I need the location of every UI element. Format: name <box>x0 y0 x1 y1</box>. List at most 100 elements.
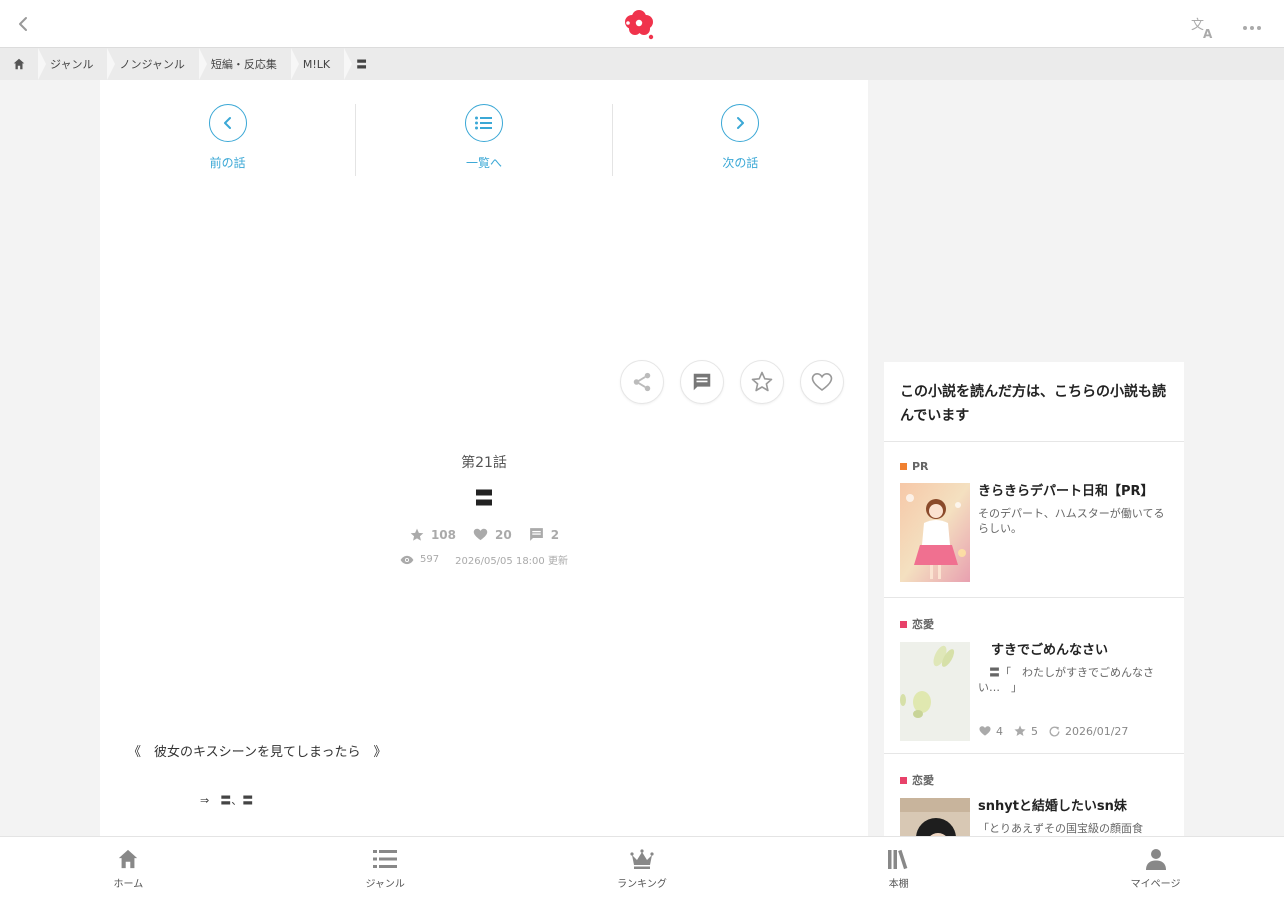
crown-icon <box>629 847 655 871</box>
novel-description: 「とりあえずその国宝級の顔面食 <box>978 822 1143 835</box>
tab-label: ジャンル <box>365 879 405 890</box>
novel-cover-image[interactable] <box>900 642 970 741</box>
bottom-nav: ホーム ジャンル ランキング 本棚 マイページ <box>0 836 1284 900</box>
update-date: 2026/01/27 <box>1048 725 1128 738</box>
breadcrumb-label: M!LK <box>302 57 331 71</box>
chevron-right-icon <box>721 104 760 142</box>
view-count-value: 597 <box>420 554 440 565</box>
breadcrumb-label: ノンジャンル <box>119 58 185 71</box>
genre-color-square <box>900 463 907 470</box>
breadcrumb-item[interactable]: ノンジャンル <box>107 48 208 80</box>
tab-home[interactable]: ホーム <box>0 837 257 900</box>
star-count-value: 108 <box>430 527 456 542</box>
next-episode-button[interactable]: 次の話 <box>613 104 868 176</box>
chevron-left-icon[interactable] <box>12 12 36 36</box>
refresh-icon <box>1049 726 1060 736</box>
svg-text:A: A <box>1203 27 1213 40</box>
tab-label: マイページ <box>1130 879 1181 890</box>
updated-date: 2026/05/05 18:00 更新 <box>455 552 568 567</box>
episode-actions <box>620 360 844 404</box>
next-episode-label: 次の話 <box>722 156 759 170</box>
breadcrumb-label: 〓 <box>356 58 368 71</box>
updated-date-value: 2026/05/05 18:00 更新 <box>455 556 568 567</box>
tab-ranking[interactable]: ランキング <box>514 837 771 900</box>
breadcrumb-item[interactable]: 短編・反応集 <box>198 48 299 80</box>
home-icon <box>13 58 25 70</box>
novel-title[interactable]: すきでごめんなさい <box>978 642 1168 660</box>
heart-icon <box>473 528 488 541</box>
comment-count-value: 2 <box>550 527 560 542</box>
tab-label: 本棚 <box>888 879 909 890</box>
novel-description: そのデパート、ハムスターが働いてるらしい。 <box>978 507 1165 535</box>
heart-count-value: 4 <box>996 724 1003 738</box>
translate-icon[interactable]: 文 A <box>1190 14 1216 41</box>
recommendation-heading: この小説を読んだ方は、こちらの小説も読んでいます <box>884 362 1184 442</box>
genre-color-square <box>900 620 907 628</box>
breadcrumb: ジャンル ノンジャンル 短編・反応集 M!LK 〓 <box>0 48 1284 80</box>
comment-button[interactable] <box>680 360 724 404</box>
novel-title[interactable]: snhytと結婚したいsn妹 <box>978 798 1143 816</box>
prev-episode-button[interactable]: 前の話 <box>100 104 357 176</box>
heart-count: 20 <box>472 526 512 543</box>
genre-label: 恋愛 <box>912 774 934 787</box>
novel-title[interactable]: きらきらデパート日和【PR】 <box>978 483 1168 501</box>
prev-episode-label: 前の話 <box>209 156 246 170</box>
more-horizontal-icon[interactable] <box>1240 16 1264 40</box>
episode-nav: 前の話 一覧へ 次の話 <box>100 104 868 176</box>
episode-meta: 597 2026/05/05 18:00 更新 <box>100 552 868 567</box>
novel-description: 〓「 わたしがすきでごめんなさい… 」 <box>978 666 1154 694</box>
home-icon <box>115 847 141 871</box>
update-date-value: 2026/01/27 <box>1065 724 1129 738</box>
tab-genre[interactable]: ジャンル <box>257 837 514 900</box>
heart-count: 4 <box>978 724 1003 738</box>
heart-icon <box>979 726 991 736</box>
list-icon <box>372 847 398 871</box>
breadcrumb-item[interactable]: ジャンル <box>38 48 116 80</box>
novel-cover-image[interactable] <box>900 798 970 836</box>
genre-tag: 恋愛 <box>900 772 1168 788</box>
breadcrumb-label: 短編・反応集 <box>210 58 277 71</box>
recommendation-item[interactable]: 恋愛 すきでごめんなさい 〓「 わたしがすきでごめんなさい… 」 4 5 202… <box>884 598 1184 754</box>
like-heart-button[interactable] <box>800 360 844 404</box>
list-icon <box>464 104 503 142</box>
tab-bookshelf[interactable]: 本棚 <box>770 837 1027 900</box>
breadcrumb-label: ジャンル <box>50 58 94 71</box>
genre-color-square <box>900 776 907 784</box>
bookshelf-icon <box>886 847 912 871</box>
breadcrumb-home[interactable] <box>0 48 46 80</box>
genre-tag: 恋愛 <box>900 616 1168 632</box>
recommendation-item[interactable]: 恋愛 snhytと結婚したいsn妹 「とりあえずその国宝級の顔面食 <box>884 754 1184 836</box>
chevron-left-icon <box>208 104 247 142</box>
recommendation-panel: この小説を読んだ方は、こちらの小説も読んでいます PR きらきらデパート日和【P… <box>884 362 1184 836</box>
genre-label: 恋愛 <box>912 618 934 631</box>
share-icon <box>633 372 651 392</box>
share-button[interactable] <box>620 360 664 404</box>
episode-list-label: 一覧へ <box>465 156 502 170</box>
comment-count: 2 <box>528 526 559 543</box>
star-count: 108 <box>409 527 456 543</box>
tab-label: ランキング <box>617 879 667 890</box>
top-header: 文 A <box>0 0 1284 48</box>
view-count: 597 <box>400 554 439 565</box>
story-text-line: ⇒ 〓、〓 <box>200 794 254 807</box>
star-count: 5 <box>1013 724 1038 738</box>
novel-stats: 4 5 2026/01/27 <box>978 724 1128 738</box>
comment-icon <box>693 373 711 391</box>
heart-icon <box>811 372 833 391</box>
genre-tag: PR <box>900 460 1168 473</box>
episode-content: 前の話 一覧へ 次の話 第21話 〓 108 20 2 597 2026/05/… <box>100 80 868 836</box>
star-icon <box>410 528 424 541</box>
novel-cover-image[interactable] <box>900 483 970 582</box>
tab-mypage[interactable]: マイページ <box>1027 837 1284 900</box>
episode-stats: 108 20 2 <box>100 526 868 543</box>
heart-count-value: 20 <box>495 527 512 542</box>
eye-icon <box>400 555 414 564</box>
flower-logo-icon[interactable] <box>622 8 656 40</box>
episode-number: 第21話 <box>461 455 507 471</box>
star-icon <box>1014 725 1026 736</box>
recommendation-item[interactable]: PR きらきらデパート日和【PR】 そのデパート、ハムスターが働いてるらしい。 <box>884 442 1184 598</box>
star-count-value: 5 <box>1031 724 1038 738</box>
favorite-star-button[interactable] <box>740 360 784 404</box>
episode-list-button[interactable]: 一覧へ <box>356 104 613 176</box>
star-icon <box>751 371 773 392</box>
